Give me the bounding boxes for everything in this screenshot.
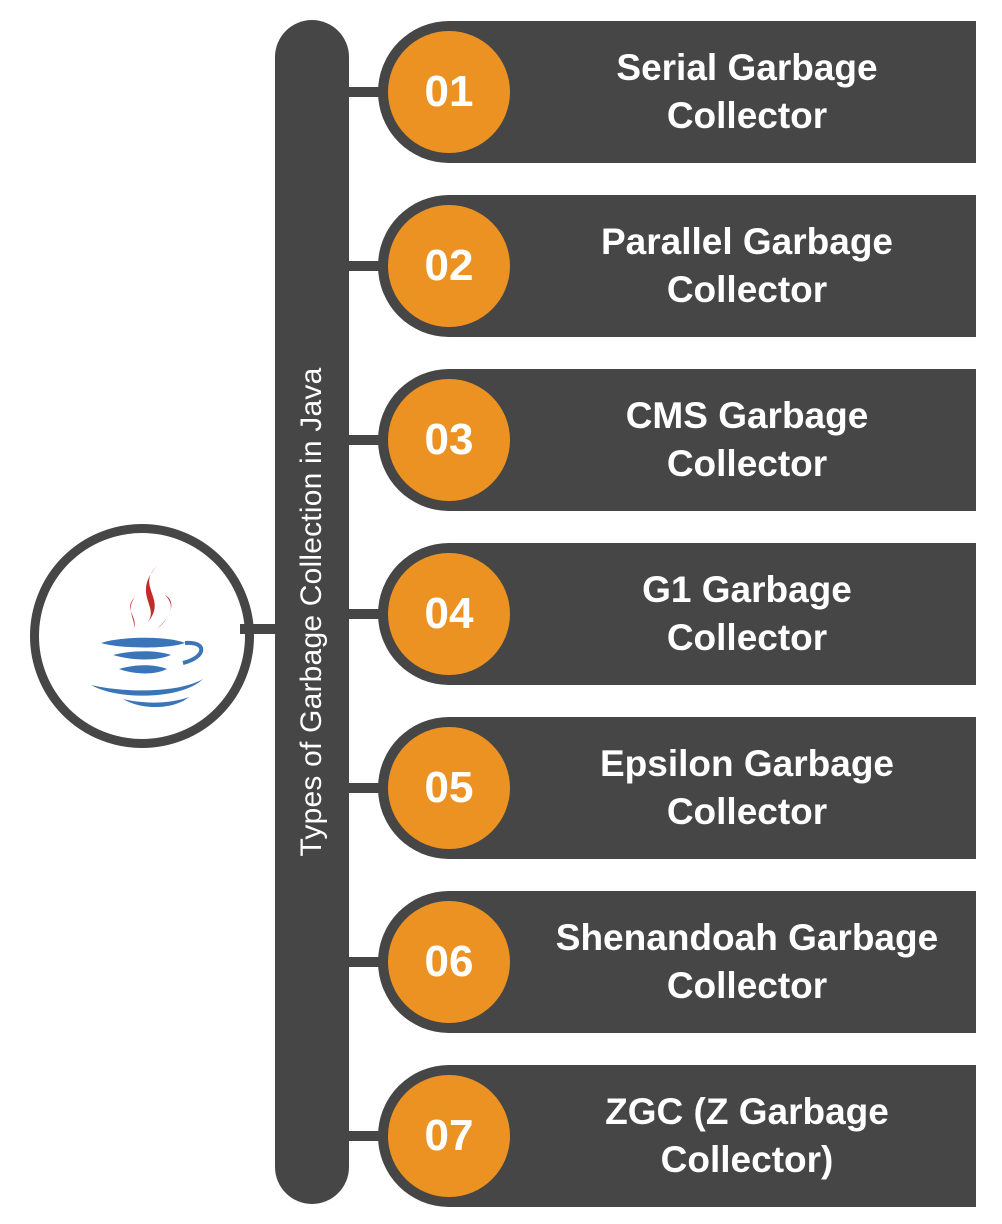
gc-item-04: 04 G1 Garbage Collector xyxy=(378,543,976,685)
item-label-line2: Collector xyxy=(666,791,828,832)
item-label-line2: Collector) xyxy=(660,1139,834,1180)
item-label-line2: Collector xyxy=(666,443,828,484)
java-logo-circle xyxy=(30,524,254,748)
item-label-line1: ZGC (Z Garbage xyxy=(605,1091,889,1132)
item-number-badge: 03 xyxy=(388,379,510,501)
item-label-line1: Epsilon Garbage xyxy=(599,743,894,784)
item-number-badge: 07 xyxy=(388,1075,510,1197)
item-label-line1: G1 Garbage xyxy=(642,569,852,610)
item-label-line2: Collector xyxy=(666,269,828,310)
item-label-line2: Collector xyxy=(666,617,828,658)
item-label-line1: Shenandoah Garbage xyxy=(555,917,939,958)
gc-item-06: 06 Shenandoah Garbage Collector xyxy=(378,891,976,1033)
item-label: Shenandoah Garbage Collector xyxy=(528,891,966,1033)
item-number-badge: 05 xyxy=(388,727,510,849)
item-label: Epsilon Garbage Collector xyxy=(528,717,966,859)
gc-item-03: 03 CMS Garbage Collector xyxy=(378,369,976,511)
item-label-line1: Parallel Garbage xyxy=(600,221,894,262)
gc-item-02: 02 Parallel Garbage Collector xyxy=(378,195,976,337)
item-label-line2: Collector xyxy=(666,965,828,1006)
item-number-badge: 06 xyxy=(388,901,510,1023)
item-number-badge: 04 xyxy=(388,553,510,675)
infographic: Types of Garbage Collection in Java 01 S… xyxy=(0,0,1002,1224)
item-number-badge: 02 xyxy=(388,205,510,327)
item-label: Parallel Garbage Collector xyxy=(528,195,966,337)
gc-item-07: 07 ZGC (Z Garbage Collector) xyxy=(378,1065,976,1207)
java-coffee-cup-icon xyxy=(91,566,204,708)
hub-connector xyxy=(240,624,280,634)
item-label: G1 Garbage Collector xyxy=(528,543,966,685)
item-label-line2: Collector xyxy=(666,95,828,136)
item-label: CMS Garbage Collector xyxy=(528,369,966,511)
item-number-badge: 01 xyxy=(388,31,510,153)
item-label-line1: Serial Garbage xyxy=(616,47,878,88)
gc-item-05: 05 Epsilon Garbage Collector xyxy=(378,717,976,859)
item-label: Serial Garbage Collector xyxy=(528,21,966,163)
gc-item-01: 01 Serial Garbage Collector xyxy=(378,21,976,163)
item-label-line1: CMS Garbage xyxy=(625,395,869,436)
item-label: ZGC (Z Garbage Collector) xyxy=(528,1065,966,1207)
diagram-title: Types of Garbage Collection in Java xyxy=(295,367,328,857)
